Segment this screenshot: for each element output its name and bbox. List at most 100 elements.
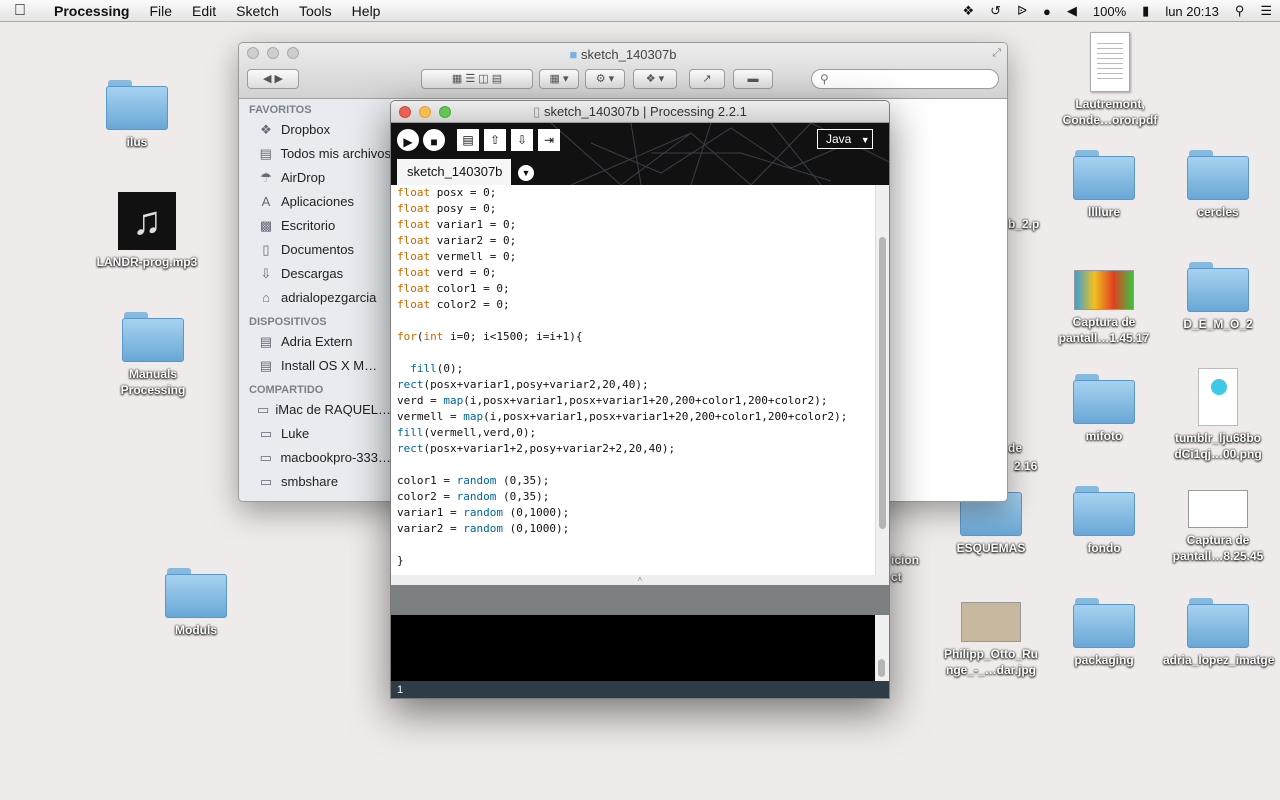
- menu-clock[interactable]: lun 20:13: [1157, 4, 1227, 19]
- code-line[interactable]: float variar2 = 0;: [391, 233, 877, 249]
- code-line[interactable]: [391, 345, 877, 361]
- sidebar-item-macbookpro[interactable]: ▭ macbookpro-333…: [239, 446, 391, 470]
- editor-scrollbar[interactable]: [875, 185, 889, 575]
- desktop-icon-lautremont[interactable]: Lautremont, Conde…oror.pdf: [1055, 32, 1165, 128]
- run-button[interactable]: ▶: [397, 129, 419, 151]
- desktop-icon-captura-1[interactable]: Captura de pantall…1.45.17: [1049, 260, 1159, 346]
- code-line[interactable]: float variar1 = 0;: [391, 217, 877, 233]
- battery-icon[interactable]: ▮: [1134, 3, 1157, 19]
- sidebar-item-luke[interactable]: ▭ Luke: [239, 422, 391, 446]
- code-editor[interactable]: float posx = 0; float posy = 0; float vari…: [391, 185, 877, 575]
- sidebar-item-downloads[interactable]: ⇩ Descargas: [239, 262, 391, 286]
- desktop-icon-demo2[interactable]: D_E_M_O_2: [1163, 262, 1273, 332]
- dropbox-status-icon[interactable]: ❖: [954, 3, 982, 19]
- save-sketch-button[interactable]: ⇩: [511, 129, 533, 151]
- code-line[interactable]: [391, 537, 877, 553]
- code-line[interactable]: vermell = map(i,posx+variar1,posx+variar…: [391, 409, 877, 425]
- bluetooth-icon[interactable]: ᐉ: [1009, 3, 1035, 19]
- sidebar-item-dropbox[interactable]: ❖ Dropbox: [239, 118, 391, 142]
- mode-selector[interactable]: Java ▼: [817, 129, 873, 149]
- menu-help[interactable]: Help: [342, 3, 391, 19]
- code-line[interactable]: float posx = 0;: [391, 185, 877, 201]
- battery-percent[interactable]: 100%: [1085, 4, 1134, 19]
- code-line[interactable]: }: [391, 553, 877, 569]
- desktop-icon-cercles[interactable]: cercles: [1163, 150, 1273, 220]
- view-mode-buttons[interactable]: ▦ ☰ ◫ ▤: [421, 69, 533, 89]
- menu-app-name[interactable]: Processing: [40, 3, 139, 19]
- desktop-icon-ilus[interactable]: ilus: [82, 80, 192, 150]
- code-line[interactable]: float color1 = 0;: [391, 281, 877, 297]
- desktop-icon-landr[interactable]: ♫ LANDR-prog.mp3: [92, 192, 202, 270]
- wifi-icon[interactable]: ●: [1035, 4, 1059, 19]
- sidebar-item-smbshare[interactable]: ▭ smbshare: [239, 470, 391, 494]
- volume-icon[interactable]: ◀: [1059, 3, 1085, 19]
- code-line[interactable]: fill(0);: [391, 361, 877, 377]
- code-line[interactable]: [391, 313, 877, 329]
- desktop-icon-moduls[interactable]: Moduls: [141, 568, 251, 638]
- code-line[interactable]: rect(posx+variar1,posy+variar2,20,40);: [391, 377, 877, 393]
- menu-edit[interactable]: Edit: [182, 3, 226, 19]
- desktop-icon-philipp[interactable]: Philipp_Otto_Ru nge_-_…dar.jpg: [936, 592, 1046, 678]
- desktop-icon-mifoto[interactable]: mifoto: [1049, 374, 1159, 444]
- desktop-icon-manuals[interactable]: Manuals Processing: [98, 312, 208, 398]
- desktop-icon-fondo[interactable]: fondo: [1049, 486, 1159, 556]
- sidebar-item-airdrop[interactable]: ☂ AirDrop: [239, 166, 391, 190]
- editor-scroll-thumb[interactable]: [879, 237, 886, 529]
- notification-center-icon[interactable]: ☰: [1252, 3, 1280, 19]
- export-button[interactable]: ⇥: [538, 129, 560, 151]
- apple-menu-icon[interactable]: : [0, 2, 40, 20]
- code-line[interactable]: verd = map(i,posx+variar1,posx+variar1+2…: [391, 393, 877, 409]
- sidebar-item-home[interactable]: ⌂ adrialopezgarcia: [239, 286, 391, 310]
- code-line[interactable]: color2 = random (0,35);: [391, 489, 877, 505]
- dropbox-toolbar-button[interactable]: ❖ ▾: [633, 69, 677, 89]
- menu-file[interactable]: File: [139, 3, 182, 19]
- code-line[interactable]: float vermell = 0;: [391, 249, 877, 265]
- code-token: vermell = 0;: [430, 250, 517, 263]
- console-scrollbar[interactable]: [875, 615, 889, 681]
- desktop-icon-llllure[interactable]: llllure: [1049, 150, 1159, 220]
- menu-tools[interactable]: Tools: [289, 3, 342, 19]
- code-line[interactable]: float color2 = 0;: [391, 297, 877, 313]
- menu-sketch[interactable]: Sketch: [226, 3, 289, 19]
- sidebar-item-install-osx[interactable]: ▤ Install OS X M…: [239, 354, 391, 378]
- action-gear-button[interactable]: ⚙ ▾: [585, 69, 625, 89]
- sidebar-item-imac-raquel[interactable]: ▭ iMac de RAQUEL…: [239, 398, 391, 422]
- arrange-button[interactable]: ▦ ▾: [539, 69, 579, 89]
- new-sketch-button[interactable]: ▤: [457, 129, 479, 151]
- desktop-icon-label: packaging: [1074, 653, 1134, 667]
- desktop-icon-tumblr[interactable]: tumblr_lju68bo dCi1qj…00.png: [1163, 368, 1273, 462]
- spotlight-icon[interactable]: ⚲: [1227, 3, 1253, 19]
- desktop-icon-packaging[interactable]: packaging: [1049, 598, 1159, 668]
- console-output[interactable]: [391, 615, 877, 681]
- fullscreen-icon[interactable]: ⤢: [992, 47, 1001, 60]
- folder-icon: [1187, 598, 1249, 648]
- tags-button[interactable]: ▬: [733, 69, 773, 89]
- desktop-icon-adria-imatge[interactable]: adria_lopez_imatge: [1163, 598, 1274, 668]
- sidebar-item-adria-extern[interactable]: ▤ Adria Extern: [239, 330, 391, 354]
- console-scroll-thumb[interactable]: [878, 659, 885, 677]
- code-line[interactable]: fill(vermell,verd,0);: [391, 425, 877, 441]
- code-line[interactable]: float verd = 0;: [391, 265, 877, 281]
- tab-menu-button[interactable]: ▼: [518, 165, 534, 181]
- sidebar-item-applications[interactable]: A Aplicaciones: [239, 190, 391, 214]
- code-line[interactable]: rect(posx+variar1+2,posy+variar2+2,20,40…: [391, 441, 877, 457]
- code-line[interactable]: variar2 = random (0,1000);: [391, 521, 877, 537]
- code-line[interactable]: color1 = random (0,35);: [391, 473, 877, 489]
- finder-search-field[interactable]: ⚲: [811, 69, 999, 89]
- time-machine-icon[interactable]: ↺: [982, 3, 1009, 19]
- desktop-icon-captura-2[interactable]: Captura de pantall…8.25.45: [1163, 480, 1273, 564]
- stop-button[interactable]: ■: [423, 129, 445, 151]
- sketch-tab[interactable]: sketch_140307b: [397, 159, 511, 185]
- open-sketch-button[interactable]: ⇧: [484, 129, 506, 151]
- sidebar-item-all-files[interactable]: ▤ Todos mis archivos: [239, 142, 391, 166]
- back-forward-buttons[interactable]: ◀ ▶: [247, 69, 299, 89]
- sidebar-item-documents[interactable]: ▯ Documentos: [239, 238, 391, 262]
- code-token: map: [443, 394, 464, 407]
- code-line[interactable]: [391, 457, 877, 473]
- code-line[interactable]: for(int i=0; i<1500; i=i+1){: [391, 329, 877, 345]
- split-divider[interactable]: ˄: [391, 575, 889, 585]
- code-line[interactable]: float posy = 0;: [391, 201, 877, 217]
- share-button[interactable]: ↗: [689, 69, 725, 89]
- code-line[interactable]: variar1 = random (0,1000);: [391, 505, 877, 521]
- sidebar-item-desktop[interactable]: ▩ Escritorio: [239, 214, 391, 238]
